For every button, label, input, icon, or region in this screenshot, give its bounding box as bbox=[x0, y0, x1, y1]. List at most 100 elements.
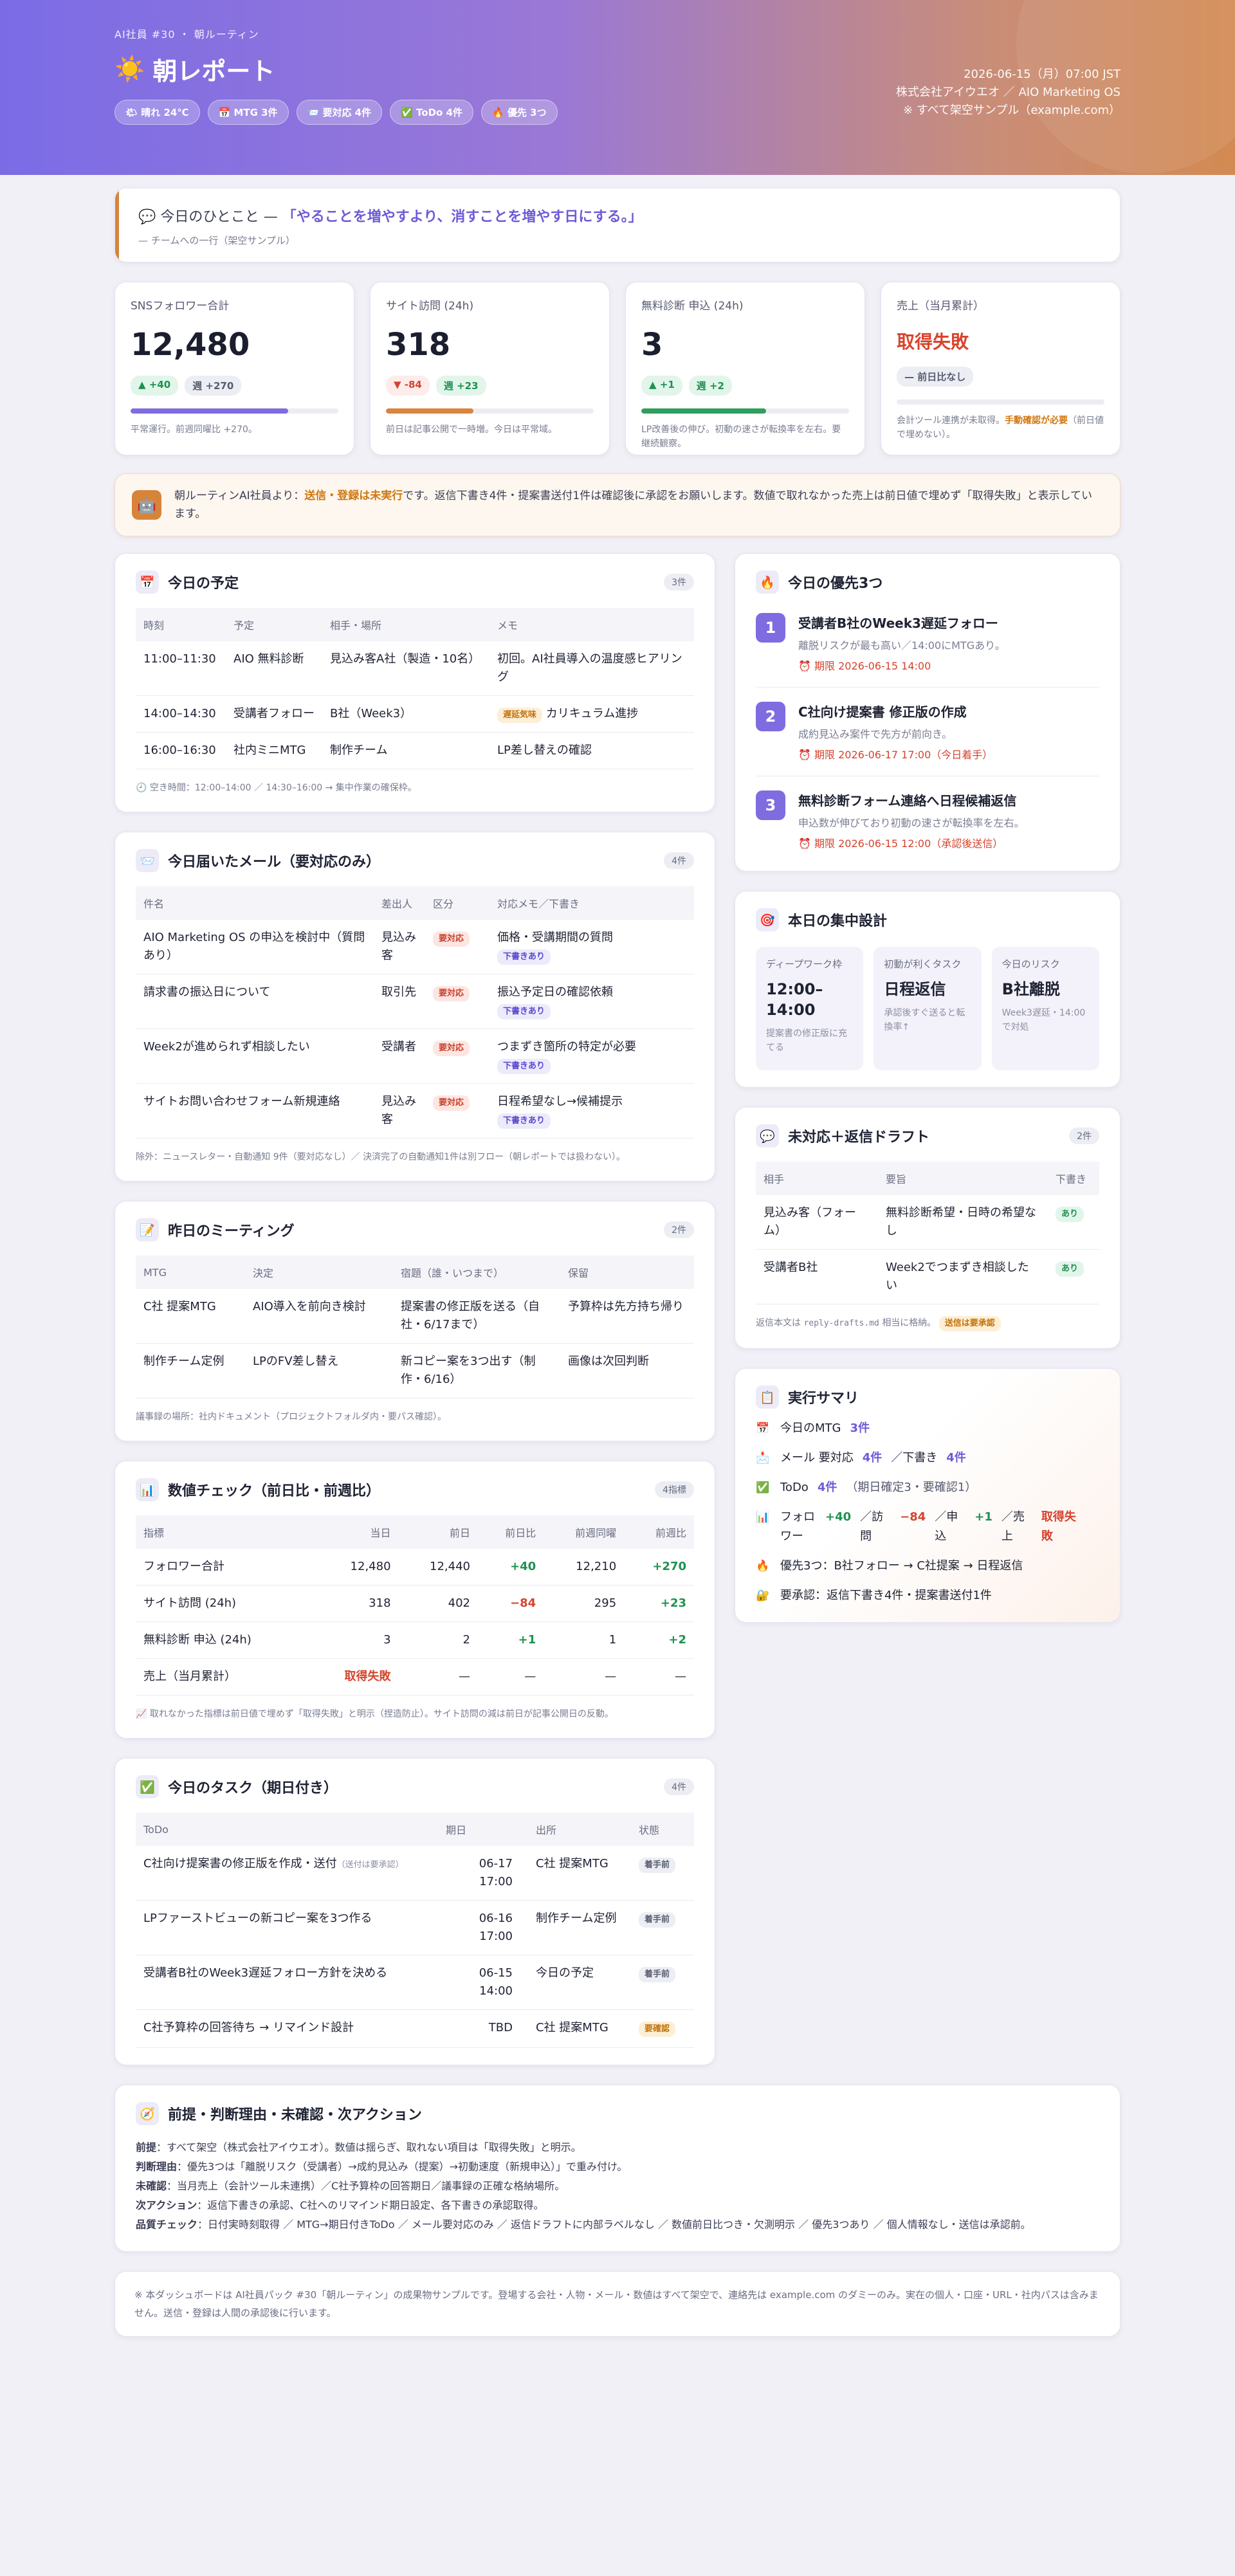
status-badge[interactable]: 着手前 bbox=[639, 1858, 676, 1873]
focus-box: ディープワーク枠 12:00–14:00 提案書の修正版に充てる bbox=[756, 947, 864, 1070]
kpi-note: LP改善後の伸び。初動の速さが転換率を左右。要継続観察。 bbox=[641, 425, 841, 449]
kpi-day-delta: ▼ -84 bbox=[386, 376, 430, 396]
speech-bubble-icon: 💬 bbox=[756, 1124, 779, 1147]
cell-state: 要確認 bbox=[631, 2009, 694, 2048]
kpi-sales[interactable]: 売上（当月累計） 取得失敗 — 前日比なし 会計ツール連携が未取得。手動確認が必… bbox=[881, 282, 1121, 455]
draft-badge[interactable]: 下書きあり bbox=[497, 1004, 551, 1019]
schedule-table: 時刻 予定 相手・場所 メモ 11:00–11:30 AIO 無料診断 見込み客… bbox=[136, 608, 694, 769]
disclaimer: ※ 本ダッシュボードは AI社員パック #30「朝ルーティン」の成果物サンプルで… bbox=[114, 2271, 1121, 2337]
kpi-progress-bar bbox=[131, 408, 338, 414]
table-row[interactable]: C社向け提案書の修正版を作成・送付（送付は要承認） 06-17 17:00 C社… bbox=[136, 1846, 694, 1901]
mail-section: 📨 今日届いたメール（要対応のみ） 4件 件名 差出人 区分 対応メモ／下書き … bbox=[114, 832, 715, 1182]
cell-today: 取得失敗 bbox=[311, 1658, 399, 1695]
kpi-free-diagnosis[interactable]: 無料診断 申込 (24h) 3 ▲ +1 週 +2 LP改善後の伸び。初動の速さ… bbox=[625, 282, 865, 455]
compass-icon: 🧭 bbox=[136, 2102, 159, 2125]
section-title: 今日の予定 bbox=[168, 576, 239, 592]
cell-kind: 要対応 bbox=[425, 920, 489, 974]
table-row[interactable]: LPファーストビューの新コピー案を3つ作る 06-16 17:00 制作チーム定… bbox=[136, 1900, 694, 1955]
col-header: 宿題（誰・いつまで） bbox=[393, 1256, 560, 1289]
col-header: MTG bbox=[136, 1256, 245, 1289]
cell-memo: 日程希望なし→候補提示 下書きあり bbox=[489, 1083, 694, 1138]
kpi-followers[interactable]: SNSフォロワー合計 12,480 ▲ +40 週 +270 平常運行。前週同曜… bbox=[114, 282, 354, 455]
chip-todo[interactable]: ✅ ToDo 4件 bbox=[390, 100, 473, 125]
table-row[interactable]: フォロワー合計 12,480 12,440 +40 12,210 +270 bbox=[136, 1549, 694, 1585]
table-row[interactable]: 受講者B社 Week2でつまずき相談したい あり bbox=[756, 1249, 1099, 1304]
chip-mail[interactable]: 📨 要対応 4件 bbox=[296, 100, 383, 125]
kpi-site-visits[interactable]: サイト訪問 (24h) 318 ▼ -84 週 +23 前日は記事公開で一時増。… bbox=[370, 282, 610, 455]
chip-weather[interactable]: 🌤 晴れ 24℃ bbox=[114, 100, 200, 125]
table-row[interactable]: サイト訪問 (24h) 318 402 −84 295 +23 bbox=[136, 1585, 694, 1622]
cell-state: 着手前 bbox=[631, 1846, 694, 1901]
draft-badge[interactable]: あり bbox=[1056, 1261, 1084, 1277]
priority-item[interactable]: 1 受講者B社のWeek3遅延フォロー 離脱リスクが最も高い／14:00にMTG… bbox=[756, 599, 1099, 688]
table-row[interactable]: 見込み客（フォーム） 無料診断希望・日時の希望なし あり bbox=[756, 1195, 1099, 1250]
chart-icon: 📊 bbox=[756, 1511, 770, 1524]
cell-decision: LPのFV差し替え bbox=[245, 1343, 393, 1398]
table-row[interactable]: 11:00–11:30 AIO 無料診断 見込み客A社（製造・10名） 初回。A… bbox=[136, 641, 694, 696]
cell-week: 295 bbox=[544, 1585, 625, 1622]
tasks-section: ✅ 今日のタスク（期日付き） 4件 ToDo 期日 出所 状態 C社向け提案書の… bbox=[114, 1758, 715, 2065]
table-row[interactable]: Week2が進められず相談したい 受講者 要対応 つまずき箇所の特定が必要 下書き… bbox=[136, 1028, 694, 1084]
cell-prev: 402 bbox=[398, 1585, 478, 1622]
draft-badge[interactable]: 下書きあり bbox=[497, 1113, 551, 1129]
assumption-label: 判断理由 bbox=[136, 2160, 178, 2173]
cell-prev: 2 bbox=[398, 1621, 478, 1659]
cell-source: C社 提案MTG bbox=[528, 1846, 631, 1901]
cell-from: 見込み客 bbox=[374, 920, 425, 974]
status-badge[interactable]: 着手前 bbox=[639, 1967, 676, 1982]
table-row[interactable]: 受講者B社のWeek3遅延フォロー方針を決める 06-15 14:00 今日の予… bbox=[136, 1955, 694, 2010]
section-title: 本日の集中設計 bbox=[788, 913, 888, 929]
fire-icon: 🔥 bbox=[756, 571, 779, 594]
cell-day-delta: — bbox=[478, 1658, 544, 1695]
table-row[interactable]: 請求書の振込日について 取引先 要対応 振込予定日の確認依頼 下書きあり bbox=[136, 974, 694, 1029]
cell-who: 制作チーム bbox=[322, 732, 489, 769]
kpi-label: 売上（当月累計） bbox=[897, 300, 984, 313]
cell-who: 見込み客（フォーム） bbox=[756, 1195, 878, 1250]
draft-badge[interactable]: 下書きあり bbox=[497, 949, 551, 965]
cell-memo: 振込予定日の確認依頼 下書きあり bbox=[489, 974, 694, 1029]
kpi-week-delta: 週 +23 bbox=[435, 376, 486, 396]
col-header: 相手・場所 bbox=[322, 608, 489, 641]
table-row[interactable]: 売上（当月累計） 取得失敗 — — — — bbox=[136, 1658, 694, 1695]
priority-item[interactable]: 3 無料診断フォーム連絡へ日程候補返信 申込数が伸びており初動の速さが転換率を左… bbox=[756, 776, 1099, 854]
cell-draft: あり bbox=[1048, 1195, 1099, 1250]
table-row[interactable]: サイトお問い合わせフォーム新規連絡 見込み客 要対応 日程希望なし→候補提示 下書… bbox=[136, 1083, 694, 1138]
chip-priority[interactable]: 🔥 優先 3つ bbox=[481, 100, 558, 125]
count-badge: 2件 bbox=[1069, 1128, 1099, 1144]
priority-number: 3 bbox=[756, 790, 785, 820]
col-header: 出所 bbox=[528, 1813, 631, 1846]
table-row[interactable]: AIO Marketing OS の申込を検討中（質問あり） 見込み客 要対応 … bbox=[136, 920, 694, 974]
status-badge[interactable]: 着手前 bbox=[639, 1912, 676, 1928]
drafts-section: 💬 未対応＋返信ドラフト 2件 相手 要旨 下書き 見込み客（フォーム） 無料診… bbox=[735, 1107, 1121, 1349]
kpi-week-delta: 週 +270 bbox=[185, 376, 242, 396]
cell-subject: 請求書の振込日について bbox=[136, 974, 374, 1029]
cell-week: 1 bbox=[544, 1621, 625, 1659]
table-row[interactable]: 無料診断 申込 (24h) 3 2 +1 1 +2 bbox=[136, 1621, 694, 1659]
drafts-table: 相手 要旨 下書き 見込み客（フォーム） 無料診断希望・日時の希望なし あり 受… bbox=[756, 1162, 1099, 1304]
cell-event: 社内ミニMTG bbox=[226, 732, 322, 769]
assumption-label: 品質チェック bbox=[136, 2218, 198, 2231]
cell-draft: あり bbox=[1048, 1249, 1099, 1304]
cell-hold: 予算枠は先方持ち帰り bbox=[560, 1289, 694, 1344]
col-header: 対応メモ／下書き bbox=[489, 886, 694, 920]
count-badge: 4件 bbox=[664, 1778, 694, 1795]
notice-warning: 送信・登録は未実行 bbox=[304, 489, 403, 502]
status-badge[interactable]: 要確認 bbox=[639, 2022, 676, 2037]
draft-badge[interactable]: 下書きあり bbox=[497, 1059, 551, 1074]
sample-note: ※ すべて架空サンプル（example.com） bbox=[903, 104, 1121, 117]
priority-number: 1 bbox=[756, 613, 785, 643]
focus-label: ディープワーク枠 bbox=[766, 958, 843, 970]
cell-state: 着手前 bbox=[631, 1900, 694, 1955]
action-badge: 要対応 bbox=[433, 986, 470, 1001]
kpi-note-warning: 手動確認が必要 bbox=[1005, 416, 1068, 426]
priority-item[interactable]: 2 C社向け提案書 修正版の作成 成約見込み案件で先方が前向き。 ⏰ 期限 20… bbox=[756, 688, 1099, 776]
draft-badge[interactable]: あり bbox=[1056, 1207, 1084, 1222]
table-row[interactable]: 制作チーム定例 LPのFV差し替え 新コピー案を3つ出す（制作・6/16） 画像… bbox=[136, 1343, 694, 1398]
chip-mtg[interactable]: 📅 MTG 3件 bbox=[207, 100, 289, 125]
table-row[interactable]: 14:00–14:30 受講者フォロー B社（Week3） 遅延気味 カリキュラ… bbox=[136, 695, 694, 733]
summary-todo: ✅ ToDo 4件 （期日確定3・要確認1） bbox=[756, 1478, 1099, 1497]
table-row[interactable]: C社予算枠の回答待ち → リマインド設計 TBD C社 提案MTG 要確認 bbox=[136, 2009, 694, 2048]
metrics-table: 指標 当日 前日 前日比 前週同曜 前週比 フォロワー合計 12,480 12,… bbox=[136, 1515, 694, 1695]
table-row[interactable]: C社 提案MTG AIO導入を前向き検討 提案書の修正版を送る（自社・6/17ま… bbox=[136, 1289, 694, 1344]
table-row[interactable]: 16:00–16:30 社内ミニMTG 制作チーム LP差し替えの確認 bbox=[136, 732, 694, 769]
